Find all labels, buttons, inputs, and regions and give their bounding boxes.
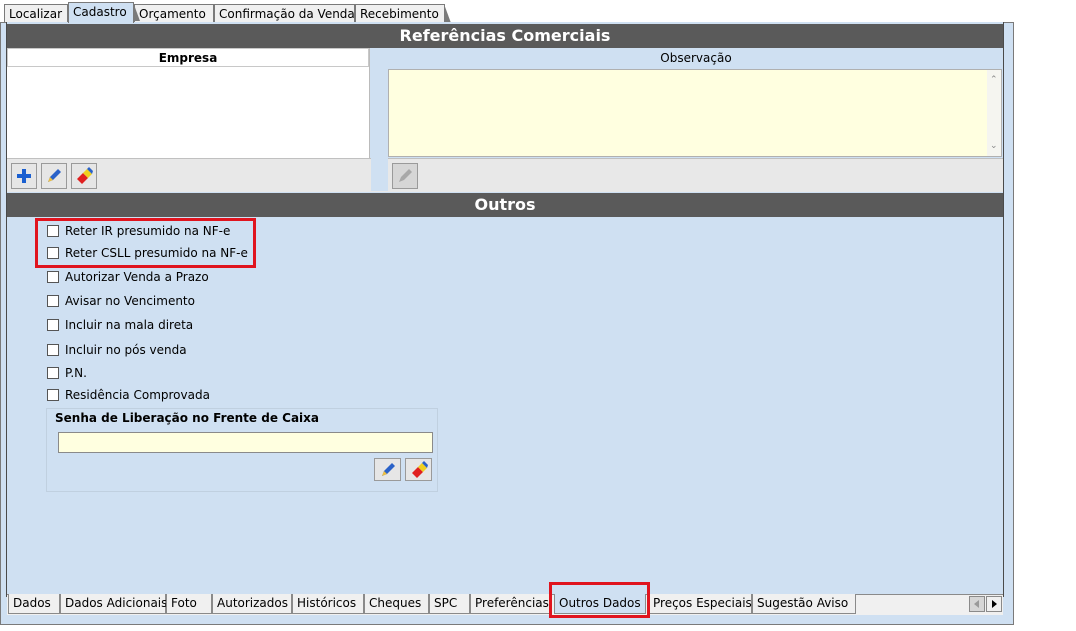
- autorizar-venda-prazo-checkbox[interactable]: [47, 271, 59, 283]
- avisar-vencimento-label: Avisar no Vencimento: [65, 294, 195, 308]
- senha-liberacao-label: Senha de Liberação no Frente de Caixa: [55, 411, 319, 425]
- pn-label: P.N.: [65, 366, 87, 380]
- incluir-mala-direta-checkbox-row[interactable]: Incluir na mala direta: [47, 317, 193, 333]
- residencia-comprovada-checkbox[interactable]: [47, 389, 59, 401]
- edit-button[interactable]: [41, 163, 67, 189]
- incluir-pos-venda-checkbox-row[interactable]: Incluir no pós venda: [47, 342, 187, 358]
- referencias-comerciais-header: Referências Comerciais: [7, 24, 1003, 48]
- tab-dados-adicionais[interactable]: Dados Adicionais: [60, 594, 167, 614]
- observacao-textarea[interactable]: ⌃ ⌄: [388, 69, 1002, 157]
- tab-spc[interactable]: SPC: [429, 594, 470, 614]
- incluir-mala-direta-checkbox[interactable]: [47, 319, 59, 331]
- tab-dados[interactable]: Dados: [8, 594, 60, 614]
- residencia-comprovada-label: Residência Comprovada: [65, 388, 210, 402]
- tabs-scroll-left-button[interactable]: [969, 596, 985, 612]
- scroll-down-icon[interactable]: ⌄: [990, 142, 998, 151]
- referencias-toolbar: [7, 158, 1003, 192]
- observacao-label: Observação: [660, 51, 732, 65]
- incluir-pos-venda-label: Incluir no pós venda: [65, 343, 187, 357]
- highlight-box-outros-dados-tab: [549, 582, 650, 618]
- senha-liberacao-input[interactable]: [58, 432, 433, 453]
- incluir-pos-venda-checkbox[interactable]: [47, 344, 59, 356]
- residencia-comprovada-checkbox-row[interactable]: Residência Comprovada: [47, 387, 210, 403]
- toolbar-gap: [371, 158, 388, 191]
- autorizar-venda-prazo-label: Autorizar Venda a Prazo: [65, 270, 209, 284]
- clear-button[interactable]: [71, 163, 97, 189]
- pn-checkbox[interactable]: [47, 367, 59, 379]
- eraser-icon: [411, 460, 428, 478]
- observacao-edit-button[interactable]: [392, 163, 418, 189]
- edit-pen-icon: [48, 169, 61, 182]
- autorizar-venda-prazo-checkbox-row[interactable]: Autorizar Venda a Prazo: [47, 269, 209, 285]
- scroll-up-icon[interactable]: ⌃: [990, 76, 998, 85]
- tab-recebimento[interactable]: Recebimento: [355, 4, 451, 23]
- tab-localizar[interactable]: Localizar: [4, 4, 74, 23]
- tabs-scroll-right-button[interactable]: [986, 596, 1002, 612]
- avisar-vencimento-checkbox-row[interactable]: Avisar no Vencimento: [47, 293, 195, 309]
- tab-foto[interactable]: Foto: [166, 594, 212, 614]
- tab-sugestao-aviso[interactable]: Sugestão Aviso: [752, 594, 856, 614]
- observacao-scrollbar[interactable]: ⌃ ⌄: [987, 70, 1001, 156]
- highlight-box-checkboxes: [35, 218, 256, 268]
- tab-preferencias[interactable]: Preferências: [470, 594, 552, 614]
- senha-clear-button[interactable]: [405, 458, 432, 481]
- avisar-vencimento-checkbox[interactable]: [47, 295, 59, 307]
- tab-cheques[interactable]: Cheques: [364, 594, 429, 614]
- tab-confirmacao-venda[interactable]: Confirmação da Venda: [214, 4, 361, 23]
- empresa-column-header[interactable]: Empresa: [7, 48, 369, 67]
- tab-orcamento[interactable]: Orçamento: [134, 4, 220, 23]
- tab-autorizados[interactable]: Autorizados: [212, 594, 292, 614]
- arrow-right-icon: [992, 600, 997, 608]
- tab-precos-especiais[interactable]: Preços Especiais: [648, 594, 752, 614]
- pn-checkbox-row[interactable]: P.N.: [47, 365, 87, 381]
- add-button[interactable]: [11, 163, 37, 189]
- edit-pen-disabled-icon: [399, 169, 412, 182]
- edit-pen-icon: [381, 462, 395, 476]
- incluir-mala-direta-label: Incluir na mala direta: [65, 318, 194, 332]
- tab-cadastro[interactable]: Cadastro: [68, 2, 140, 23]
- senha-edit-button[interactable]: [374, 458, 401, 481]
- outros-header: Outros: [7, 193, 1003, 217]
- tab-historicos[interactable]: Históricos: [292, 594, 364, 614]
- eraser-icon: [77, 167, 93, 184]
- add-icon: [17, 169, 31, 183]
- arrow-left-icon: [974, 600, 979, 608]
